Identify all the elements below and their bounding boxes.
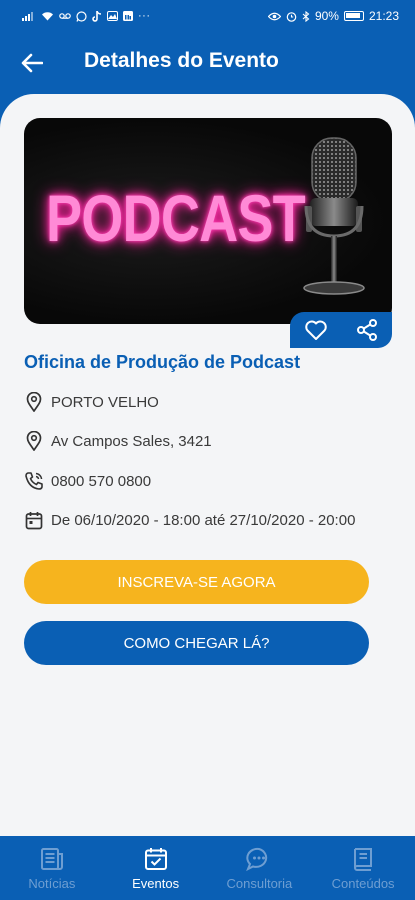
event-actions xyxy=(290,312,392,348)
phone-icon xyxy=(24,471,44,491)
event-details-sheet: PODCAST Oficina de Produção de Podcast P… xyxy=(0,94,415,836)
wifi-icon xyxy=(42,12,53,21)
event-phone: 0800 570 0800 xyxy=(51,472,152,490)
arrow-left-icon xyxy=(21,53,43,73)
event-dates-row: De 06/10/2020 - 18:00 até 27/10/2020 - 2… xyxy=(24,510,355,530)
status-bar-notifications: ··· xyxy=(22,10,151,22)
location-pin-icon xyxy=(24,431,44,451)
banner-text: PODCAST xyxy=(46,181,306,255)
event-dates: De 06/10/2020 - 18:00 até 27/10/2020 - 2… xyxy=(51,511,356,529)
share-button[interactable] xyxy=(352,315,382,345)
directions-button[interactable]: COMO CHEGAR LÁ? xyxy=(24,621,369,665)
tiktok-icon xyxy=(92,10,102,22)
location-pin-icon xyxy=(24,392,44,412)
nav-label: Conteúdos xyxy=(331,875,395,891)
gallery-icon xyxy=(107,11,118,21)
nav-item-eventos[interactable]: Eventos xyxy=(104,836,208,900)
calendar-check-icon xyxy=(144,847,167,870)
status-bar-system: 90% 21:23 xyxy=(267,9,399,23)
event-address-row: Av Campos Sales, 3421 xyxy=(24,431,212,451)
book-icon xyxy=(354,847,373,871)
share-icon xyxy=(356,319,377,341)
event-address: Av Campos Sales, 3421 xyxy=(51,432,212,450)
register-button[interactable]: INSCREVA-SE AGORA xyxy=(24,560,369,604)
event-title: Oficina de Produção de Podcast xyxy=(24,352,301,372)
bottom-navigation: Notícias Eventos Consultoria Conteúdos xyxy=(0,836,415,900)
page-title: Detalhes do Evento xyxy=(84,49,279,72)
favorite-button[interactable] xyxy=(301,315,331,345)
whatsapp-icon xyxy=(76,10,87,22)
linkedin-icon xyxy=(123,11,133,21)
event-city: PORTO VELHO xyxy=(51,393,159,411)
status-bar: ··· 90% 21:23 xyxy=(0,0,415,32)
event-city-row: PORTO VELHO xyxy=(24,392,159,412)
more-icon: ··· xyxy=(138,10,151,22)
clock: 21:23 xyxy=(368,9,399,23)
bluetooth-icon xyxy=(302,10,310,22)
nav-label: Notícias xyxy=(28,875,76,891)
battery-percentage: 90% xyxy=(314,9,339,23)
back-button[interactable] xyxy=(18,49,46,77)
app-header: Detalhes do Evento xyxy=(0,32,415,94)
calendar-icon xyxy=(24,510,44,530)
nav-item-consultoria[interactable]: Consultoria xyxy=(208,836,312,900)
signal-icon xyxy=(22,12,33,21)
voicemail-icon xyxy=(59,13,71,19)
nav-label: Consultoria xyxy=(226,875,293,891)
nav-item-conteudos[interactable]: Conteúdos xyxy=(311,836,415,900)
microphone-illustration xyxy=(303,137,365,295)
eye-icon xyxy=(267,12,281,20)
nav-label: Eventos xyxy=(132,875,180,891)
battery-icon xyxy=(343,11,364,21)
newspaper-icon xyxy=(40,847,63,870)
heart-icon xyxy=(304,320,327,340)
event-phone-row: 0800 570 0800 xyxy=(24,471,151,491)
nav-item-noticias[interactable]: Notícias xyxy=(0,836,104,900)
alarm-icon xyxy=(286,11,297,22)
event-banner-image: PODCAST xyxy=(24,118,392,324)
chat-icon xyxy=(246,847,268,871)
